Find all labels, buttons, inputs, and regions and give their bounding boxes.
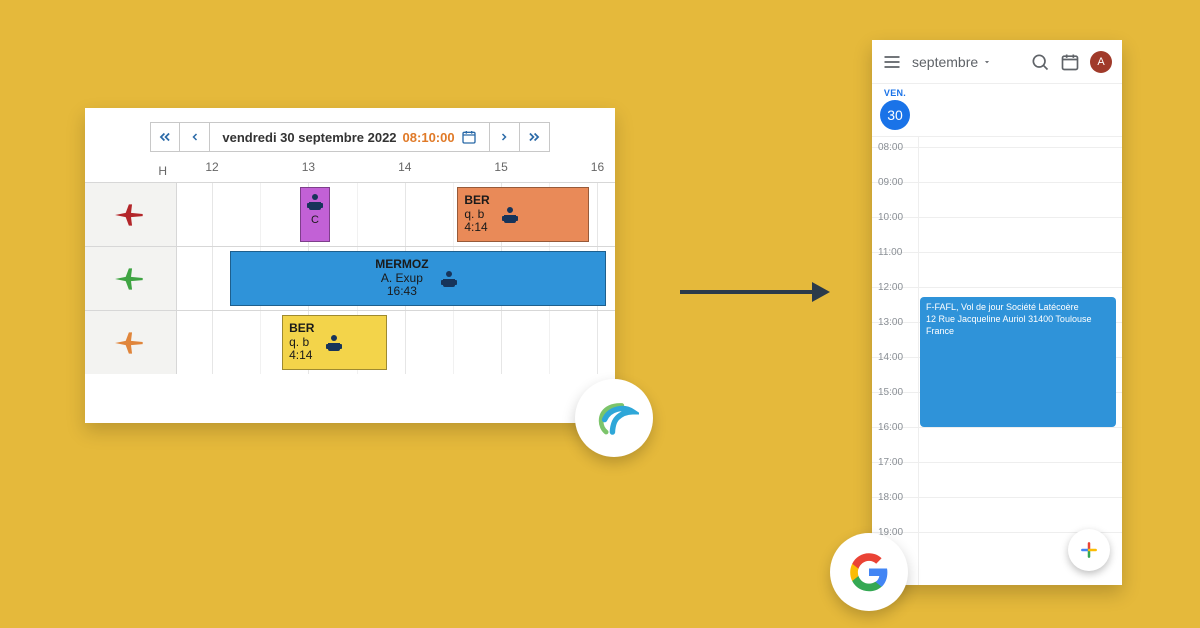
hour-label: 08:00 <box>878 142 903 153</box>
double-chevron-right-icon <box>527 130 541 144</box>
block-title: BER <box>464 194 489 208</box>
gcal-hour-grid[interactable]: 08:00 09:00 10:00 11:00 12:00 13:00 14:0… <box>872 137 1122 585</box>
block-time: 4:14 <box>289 349 314 363</box>
hour-label: 13:00 <box>878 317 903 328</box>
schedule-lane: MERMOZ A. Exup 16:43 <box>85 246 615 310</box>
hour-label: 09:00 <box>878 177 903 188</box>
hours-header: H 12 13 14 15 16 <box>85 160 615 182</box>
hour-tick: 13 <box>302 160 315 174</box>
lane-resource[interactable] <box>85 247 177 310</box>
plus-icon <box>1079 540 1099 560</box>
day-chip[interactable]: VEN. 30 <box>880 88 910 130</box>
openflyers-logo-icon <box>589 393 639 443</box>
chevron-down-icon <box>982 57 992 67</box>
hour-label: 18:00 <box>878 492 903 503</box>
block-caption: C <box>311 214 319 226</box>
lane-resource[interactable] <box>85 183 177 246</box>
seat-icon <box>498 203 522 227</box>
chevron-left-icon <box>189 131 201 143</box>
time-text: 08:10:00 <box>403 130 455 145</box>
hour-label: 12:00 <box>878 282 903 293</box>
block-subtitle: A. Exup <box>381 272 423 286</box>
schedule-lane: C BER q. b 4:14 <box>85 182 615 246</box>
seat-icon <box>303 190 327 214</box>
google-badge <box>830 533 908 611</box>
avatar[interactable]: A <box>1090 51 1112 73</box>
calendar-today-icon[interactable] <box>1060 52 1080 72</box>
google-calendar-panel: septembre A VEN. 30 08:00 09:00 10:00 11… <box>872 40 1122 585</box>
airplane-icon <box>114 266 148 292</box>
next-button[interactable] <box>490 122 520 152</box>
prev-button[interactable] <box>180 122 210 152</box>
booking-block[interactable]: BER q. b 4:14 <box>282 315 387 370</box>
block-time: 4:14 <box>464 221 489 235</box>
search-icon[interactable] <box>1030 52 1050 72</box>
first-button[interactable] <box>150 122 180 152</box>
schedule-lane: BER q. b 4:14 <box>85 310 615 374</box>
hamburger-menu-icon[interactable] <box>882 52 902 72</box>
gcal-day-row: VEN. 30 <box>872 84 1122 137</box>
hour-label: 15:00 <box>878 387 903 398</box>
hour-tick: 16 <box>591 160 604 174</box>
hour-label: 17:00 <box>878 457 903 468</box>
block-subtitle: q. b <box>289 336 314 350</box>
date-display[interactable]: vendredi 30 septembre 2022 08:10:00 <box>210 122 489 152</box>
hour-tick: 14 <box>398 160 411 174</box>
lane-track[interactable]: C BER q. b 4:14 <box>177 183 615 246</box>
hour-tick: 12 <box>205 160 218 174</box>
block-title: BER <box>289 322 314 336</box>
lane-track[interactable]: BER q. b 4:14 <box>177 311 615 374</box>
arrow-connector <box>680 286 830 298</box>
seat-icon <box>437 267 461 291</box>
chevron-right-icon <box>498 131 510 143</box>
date-text: vendredi 30 septembre 2022 <box>222 130 396 145</box>
event-location: 12 Rue Jacqueline Auriol 31400 Toulouse … <box>926 313 1110 337</box>
add-event-fab[interactable] <box>1068 529 1110 571</box>
block-subtitle: q. b <box>464 208 489 222</box>
google-logo-icon <box>848 551 890 593</box>
event-title: F-FAFL, Vol de jour Société Latécoère <box>926 301 1110 313</box>
last-button[interactable] <box>520 122 550 152</box>
day-number: 30 <box>880 100 910 130</box>
hour-label: 16:00 <box>878 422 903 433</box>
booking-block[interactable]: BER q. b 4:14 <box>457 187 588 242</box>
avatar-letter: A <box>1097 56 1104 68</box>
airplane-icon <box>114 202 148 228</box>
gcal-month-label: septembre <box>912 54 978 70</box>
seat-icon <box>322 331 346 355</box>
arrow-head-icon <box>812 282 830 302</box>
date-navigation: vendredi 30 septembre 2022 08:10:00 <box>85 108 615 160</box>
calendar-icon <box>461 129 477 145</box>
lane-track[interactable]: MERMOZ A. Exup 16:43 <box>177 247 615 310</box>
booking-block[interactable]: C <box>300 187 331 242</box>
schedule-panel: vendredi 30 septembre 2022 08:10:00 H 12… <box>85 108 615 423</box>
lane-resource[interactable] <box>85 311 177 374</box>
block-title: MERMOZ <box>375 258 428 272</box>
booking-block[interactable]: MERMOZ A. Exup 16:43 <box>230 251 607 306</box>
gcal-topbar: septembre A <box>872 40 1122 84</box>
openflyers-badge <box>575 379 653 457</box>
hour-tick: 15 <box>494 160 507 174</box>
day-weekday: VEN. <box>884 88 906 98</box>
double-chevron-left-icon <box>158 130 172 144</box>
block-time: 16:43 <box>387 285 417 299</box>
airplane-icon <box>114 330 148 356</box>
gcal-month-selector[interactable]: septembre <box>912 54 1020 70</box>
hour-label: 14:00 <box>878 352 903 363</box>
hours-label: H <box>85 164 177 178</box>
hour-label: 11:00 <box>878 247 902 258</box>
calendar-event[interactable]: F-FAFL, Vol de jour Société Latécoère 12… <box>920 297 1116 427</box>
hour-label: 10:00 <box>878 212 903 223</box>
